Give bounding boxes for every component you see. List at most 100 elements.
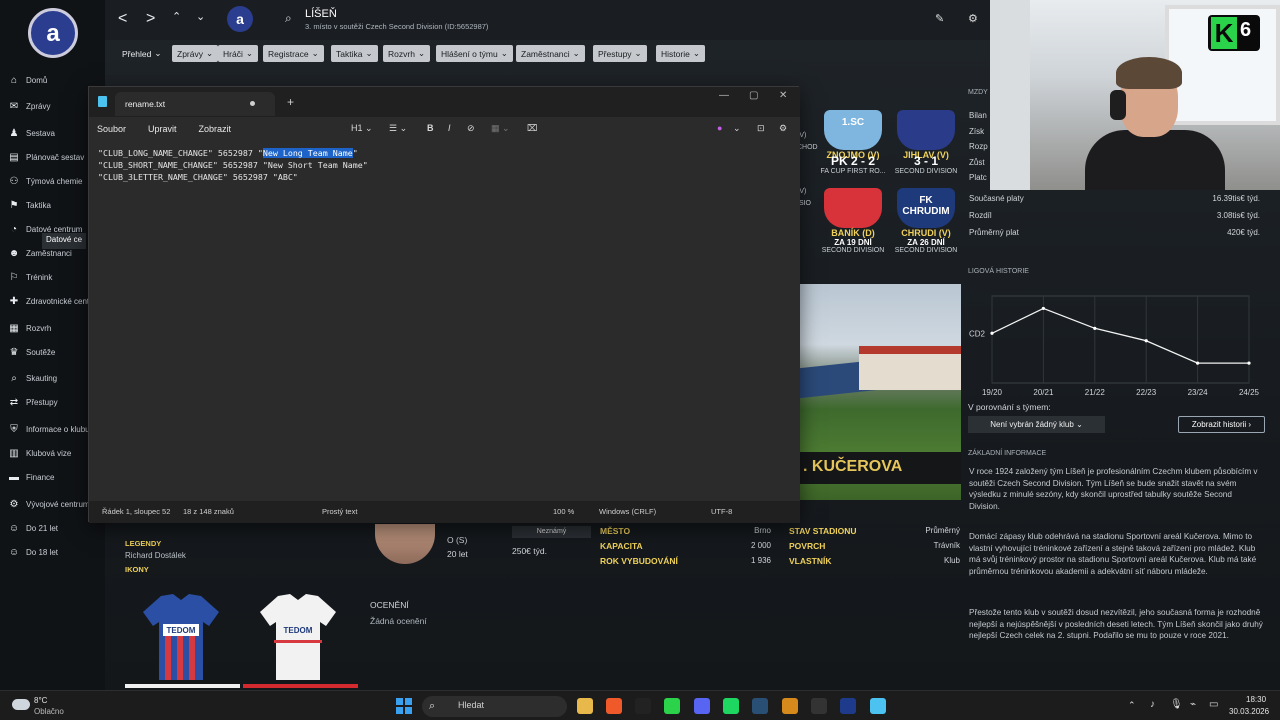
copilot-dropdown-icon[interactable]: ⌄	[733, 123, 741, 134]
line-ending[interactable]: Windows (CRLF)	[599, 507, 656, 516]
fixture-card[interactable]: BANÍK (D) ZA 19 DNÍ SECOND DIVISION	[820, 188, 886, 254]
clock-time[interactable]: 18:30	[1246, 695, 1266, 704]
clear-format-icon[interactable]: ⌧	[527, 123, 537, 134]
chart-point[interactable]	[1041, 306, 1045, 311]
tab-rozvrh[interactable]: Rozvrh ⌄	[383, 45, 431, 62]
tiktok-icon[interactable]	[635, 698, 651, 714]
building	[859, 354, 961, 390]
notepad-statusbar: Řádek 1, sloupec 52 18 z 148 znaků Prost…	[89, 501, 800, 523]
webcam-person-hair	[1116, 57, 1182, 89]
mail-icon[interactable]	[811, 698, 827, 714]
sidebar-item-label: Plánovač sestav	[26, 152, 85, 162]
settings-icon[interactable]: ⚙	[968, 12, 978, 25]
editor-line-3[interactable]: "CLUB_3LETTER_NAME_CHANGE" 5652987 "ABC"	[98, 171, 791, 183]
new-tab-button[interactable]: +	[287, 95, 294, 109]
tab-taktika[interactable]: Taktika ⌄	[331, 45, 378, 62]
show-history-button[interactable]: Zobrazit historii ›	[1178, 416, 1265, 433]
edit-icon[interactable]: ✎	[935, 12, 944, 25]
tab-historie[interactable]: Historie ⌄	[656, 45, 705, 62]
sidebar-item-label: Taktika	[26, 200, 51, 210]
brave-icon[interactable]	[606, 698, 622, 714]
clock-date[interactable]: 30.03.2026	[1229, 707, 1269, 716]
chart-point[interactable]	[1093, 326, 1097, 330]
volume-icon[interactable]: ♪	[1150, 699, 1155, 710]
compare-select[interactable]: Není vybrán žádný klub ⌄	[968, 416, 1105, 433]
bold-icon[interactable]: B	[427, 123, 434, 133]
chart-point[interactable]	[1196, 361, 1200, 365]
notepad-titlebar[interactable]: rename.txt + — ▢ ✕	[89, 87, 800, 117]
chart-tick-label: 24/25	[1239, 388, 1260, 397]
weather-temp[interactable]: 8°C	[34, 696, 47, 705]
italic-icon[interactable]: I	[448, 123, 451, 133]
tab-hráči[interactable]: Hráči ⌄	[218, 45, 258, 62]
zoom-level[interactable]: 100 %	[553, 507, 574, 516]
windows-start-icon[interactable]	[396, 698, 412, 714]
chart-point[interactable]	[990, 331, 994, 335]
tray-chevron-icon[interactable]: ⌃	[1128, 700, 1136, 711]
club-logo[interactable]: a	[28, 8, 78, 58]
sidebar-item-label: Zaměstnanci	[26, 248, 72, 258]
folder-icon[interactable]	[577, 698, 593, 714]
tab-hlášení-o-týmu[interactable]: Hlášení o týmu ⌄	[436, 45, 513, 62]
maximize-icon[interactable]: ▢	[749, 90, 758, 101]
club-badge-icon[interactable]: a	[227, 6, 253, 32]
steam-icon[interactable]	[752, 698, 768, 714]
menu-view[interactable]: Zobrazit	[199, 124, 232, 134]
tab-zprávy[interactable]: Zprávy ⌄	[172, 45, 219, 62]
table-icon[interactable]: ▦ ⌄	[491, 123, 510, 134]
weather-desc[interactable]: Oblačno	[34, 707, 64, 716]
kick-icon[interactable]	[664, 698, 680, 714]
tab-přestupy[interactable]: Přestupy ⌄	[593, 45, 647, 62]
battery-icon[interactable]: ▭	[1209, 699, 1218, 710]
finance-heading: MZDY	[968, 89, 988, 96]
settings-icon[interactable]: ⚙	[779, 123, 787, 134]
tab-label: Přehled	[122, 48, 152, 59]
chevron-down-icon: ⌄	[205, 48, 214, 58]
tab-přehled[interactable]: Přehled ⌄	[117, 45, 166, 62]
network-icon[interactable]: ⌁	[1190, 699, 1196, 710]
fixture-score: ZA 26 DNÍ	[907, 238, 945, 247]
copilot-icon[interactable]: ●	[717, 123, 722, 133]
menu-edit[interactable]: Upravit	[148, 124, 177, 134]
taskbar-search[interactable]: Hledat	[422, 696, 567, 717]
menu-file[interactable]: Soubor	[97, 124, 126, 134]
close-icon[interactable]: ✕	[779, 90, 787, 101]
heading-select[interactable]: H1 ⌄	[351, 123, 373, 134]
finance-label: Rozdíl	[969, 211, 992, 220]
notepad-editor[interactable]: "CLUB_LONG_NAME_CHANGE" 5652987 "New Lon…	[89, 141, 800, 501]
fixture-card[interactable]: FK CHRUDIM CHRUDI (V) ZA 26 DNÍ SECOND DIVI…	[893, 188, 959, 254]
list-icon[interactable]: ☰ ⌄	[389, 123, 407, 134]
chart-point[interactable]	[1144, 339, 1148, 343]
chevron-down-icon[interactable]: ⌄	[196, 10, 205, 23]
fixture-card[interactable]: JIHLAV (V) 3 - 1 SECOND DIVISION	[893, 110, 959, 175]
spotify-icon[interactable]	[723, 698, 739, 714]
chart-point[interactable]	[1247, 361, 1251, 365]
encoding[interactable]: UTF-8	[711, 507, 732, 516]
forward-arrow-icon[interactable]: >	[146, 10, 155, 28]
fm-icon[interactable]	[782, 698, 798, 714]
selected-text[interactable]: New Long Team Name	[262, 148, 353, 158]
back-arrow-icon[interactable]: <	[118, 10, 127, 28]
notepad-tab[interactable]: rename.txt	[115, 92, 275, 116]
fixture-card[interactable]: 1.SC ZNOJMO (V) PK 2 - 2 FA CUP FIRST RO...	[820, 110, 886, 175]
team-crest-icon: FK CHRUDIM	[897, 188, 955, 228]
legend-name[interactable]: Richard Dostálek	[125, 551, 186, 560]
editor-line-2[interactable]: "CLUB_SHORT_NAME_CHANGE" 5652987 "New Sh…	[98, 159, 791, 171]
fm24-icon[interactable]	[840, 698, 856, 714]
editor-line-1[interactable]: "CLUB_LONG_NAME_CHANGE" 5652987 "New Lon…	[98, 147, 791, 159]
stadium-stat-label: STAV STADIONU	[789, 526, 857, 536]
staff-icon: ☻	[8, 247, 20, 259]
link-icon[interactable]: ⊘	[467, 123, 475, 134]
mic-icon[interactable]: 🎙	[1170, 699, 1183, 710]
minimize-icon[interactable]: —	[719, 90, 729, 101]
discord-icon[interactable]	[694, 698, 710, 714]
tab-zaměstnanci[interactable]: Zaměstnanci ⌄	[516, 45, 585, 62]
notepad-window[interactable]: rename.txt + — ▢ ✕ Soubor Upravit Zobraz…	[88, 86, 800, 523]
sidebar-item-19[interactable]: ☺ Do 18 let	[8, 542, 103, 562]
up-down-icon[interactable]: ⌃	[172, 10, 181, 23]
tab-registrace[interactable]: Registrace ⌄	[263, 45, 324, 62]
lock-icon[interactable]: ⊡	[757, 123, 765, 134]
notepad-icon[interactable]	[870, 698, 886, 714]
chevron-down-icon: ⌄	[500, 48, 508, 58]
search-icon[interactable]: ⌕	[285, 11, 292, 26]
